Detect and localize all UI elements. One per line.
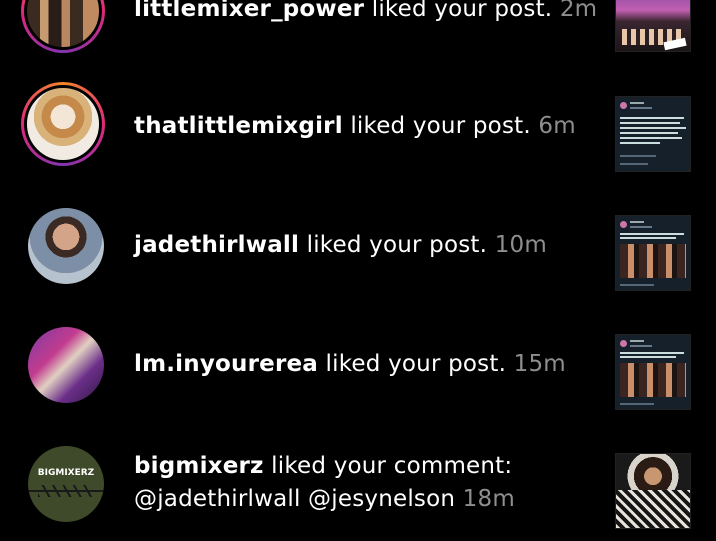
notification-text: jadethirlwall liked your post. 10m [134,229,547,262]
post-thumbnail[interactable] [615,0,691,52]
notification-action: liked your post. [350,113,531,139]
notification-action: liked your comment: [271,453,513,479]
avatar[interactable] [21,82,105,166]
username-link[interactable]: jadethirlwall [134,232,299,258]
notification-text: thatlittlemixgirl liked your post. 6m [134,110,576,143]
avatar[interactable] [28,327,104,403]
post-thumbnail[interactable] [615,453,691,529]
comment-mentions[interactable]: @jadethirlwall @jesynelson [134,486,455,512]
notification-action: liked your post. [306,232,488,258]
post-thumbnail[interactable] [615,334,691,410]
timestamp: 10m [494,232,547,258]
avatar-label: BIGMIXERZ [37,468,95,478]
username-link[interactable]: lm.inyourerea [134,351,318,377]
timestamp: 2m [559,0,598,22]
username-link[interactable]: thatlittlemixgirl [134,113,343,139]
avatar[interactable] [21,0,105,53]
post-thumbnail[interactable] [615,215,691,291]
username-link[interactable]: bigmixerz [134,453,264,479]
timestamp: 18m [462,486,515,512]
notification-action: liked your post. [371,0,553,22]
timestamp: 15m [513,351,566,377]
notification-comment-line: @jadethirlwall @jesynelson 18m [134,483,515,516]
username-link[interactable]: littlemixer_power [134,0,364,22]
notification-text: bigmixerz liked your comment: [134,450,512,483]
avatar[interactable] [28,208,104,284]
notification-text: littlemixer_power liked your post. 2m [134,0,597,26]
avatar[interactable] [28,446,104,522]
post-thumbnail[interactable] [615,96,691,172]
timestamp: 6m [538,113,576,139]
notification-action: liked your post. [325,351,507,377]
notification-text: lm.inyourerea liked your post. 15m [134,348,566,381]
